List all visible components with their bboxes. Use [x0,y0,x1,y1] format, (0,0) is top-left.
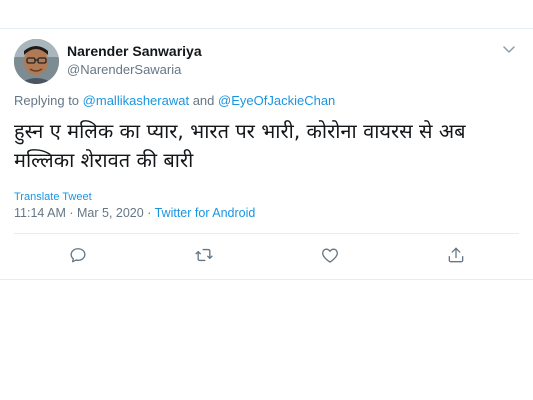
mention-link-2[interactable]: @EyeOfJackieChan [218,93,335,108]
tweet-card: Narender Sanwariya @NarenderSawaria Repl… [0,28,533,280]
tweet-source[interactable]: Twitter for Android [155,206,256,220]
translate-tweet-link[interactable]: Translate Tweet [14,191,92,203]
meta-separator: · [147,206,152,220]
tweet-text: हुस्न ए मलिक का प्यार, भारत पर भारी, कोर… [14,119,466,172]
heart-icon[interactable] [320,245,340,265]
replying-to-conjunction: and [192,93,215,108]
replying-to-label: Replying to [14,93,80,108]
chevron-down-icon[interactable] [501,41,517,57]
share-icon[interactable] [446,245,466,265]
divider [14,233,519,234]
retweet-icon[interactable] [194,245,214,265]
replying-to: Replying to @mallikasherawat and @EyeOfJ… [14,93,335,108]
mention-link-1[interactable]: @mallikasherawat [83,93,189,108]
user-avatar-icon [14,39,59,84]
author-handle[interactable]: @NarenderSawaria [67,62,181,77]
author-name[interactable]: Narender Sanwariya [67,43,202,59]
comment-icon[interactable] [68,245,88,265]
tweet-timestamp[interactable]: 11:14 AM · Mar 5, 2020 [14,206,144,220]
avatar[interactable] [14,39,59,84]
tweet-meta: 11:14 AM · Mar 5, 2020 · Twitter for And… [14,206,255,220]
tweet-actions [0,245,533,269]
